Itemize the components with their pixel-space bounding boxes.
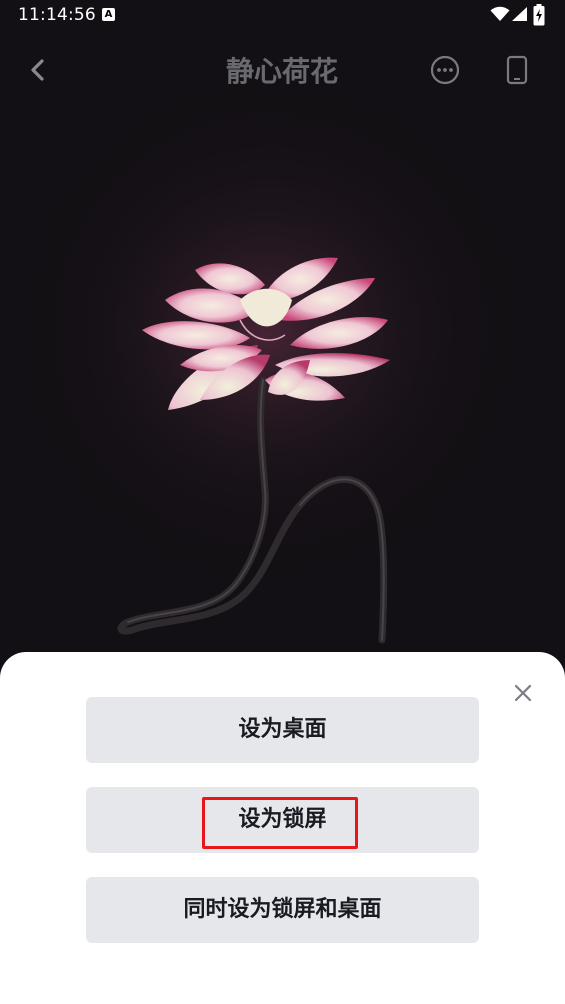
set-as-desktop-button[interactable]: 设为桌面 <box>86 697 479 763</box>
status-bar: 11:14:56 A <box>0 0 565 32</box>
page-title: 静心荷花 <box>225 55 338 88</box>
battery-charging-icon <box>533 4 545 26</box>
status-time: 11:14:56 <box>18 5 96 25</box>
notification-a-icon: A <box>102 8 115 21</box>
set-as-both-button[interactable]: 同时设为锁屏和桌面 <box>86 877 479 943</box>
more-circle-icon[interactable] <box>429 54 461 86</box>
set-as-lockscreen-button[interactable]: 设为锁屏 <box>86 787 479 853</box>
lotus-wallpaper-image <box>95 185 435 644</box>
close-icon[interactable] <box>512 682 534 704</box>
wifi-icon <box>490 6 510 21</box>
phone-preview-icon[interactable] <box>505 54 529 86</box>
wallpaper-preview-screen: 11:14:56 A 静心荷花 设为桌面 设为锁屏 同时设为锁屏和桌面 <box>0 0 565 1004</box>
signal-icon <box>512 7 527 21</box>
chevron-left-icon[interactable] <box>24 56 52 84</box>
